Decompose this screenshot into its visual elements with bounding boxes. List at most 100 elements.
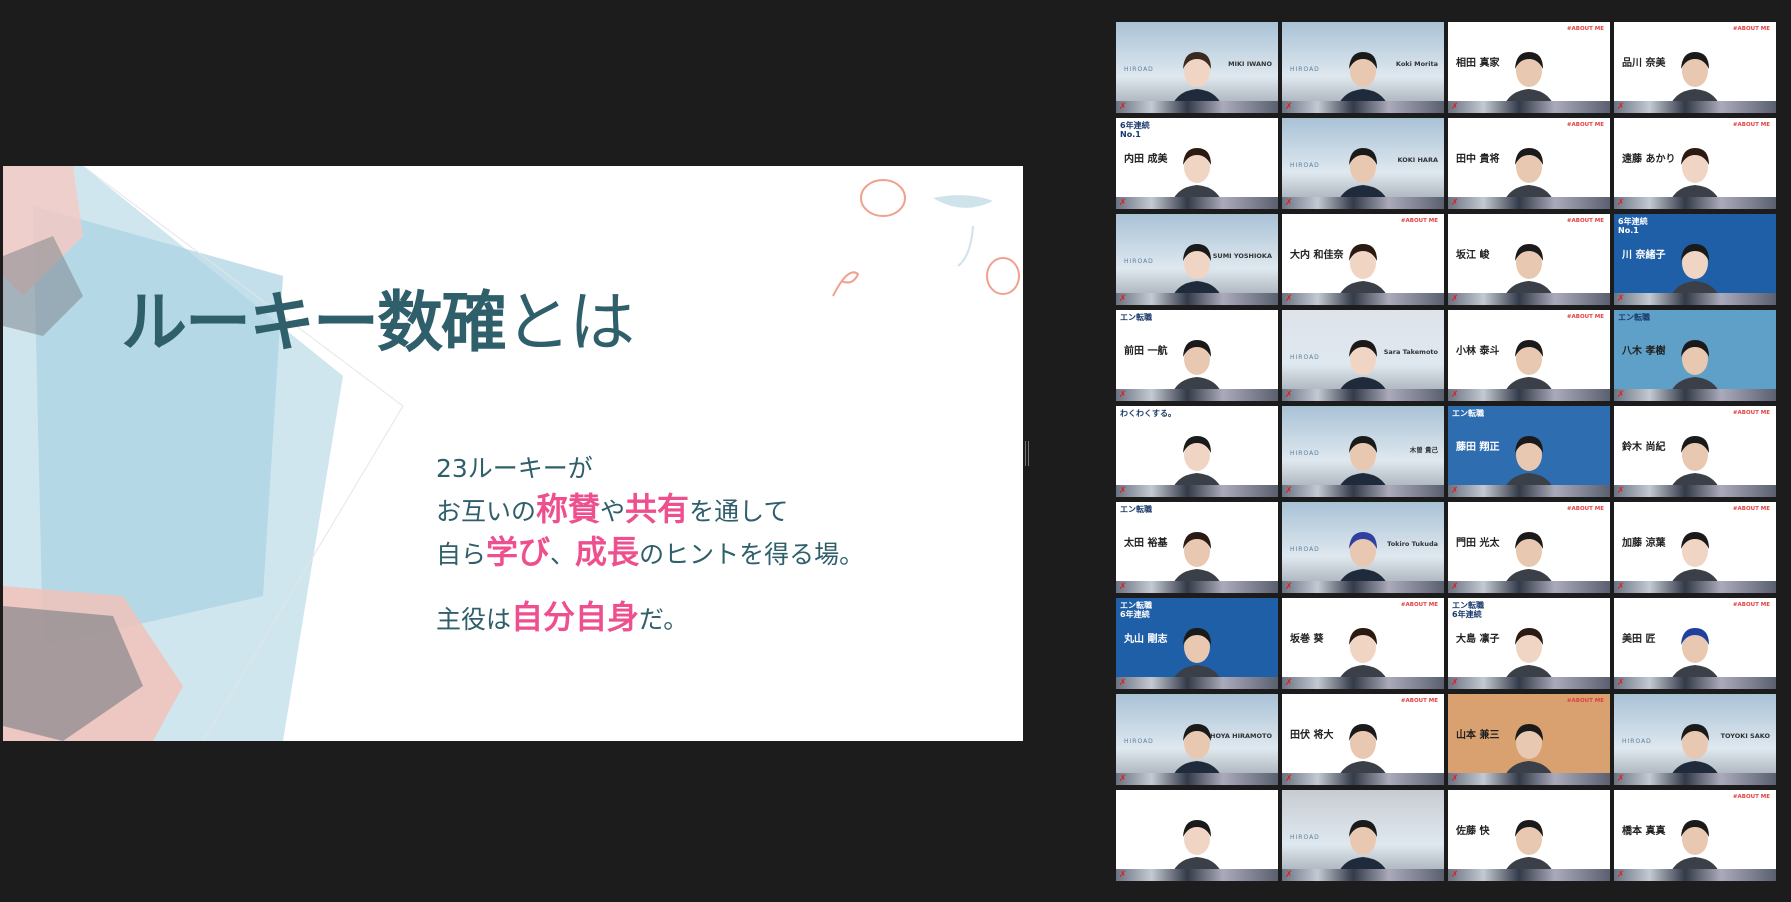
about-me-label: #ABOUT ME — [1400, 602, 1438, 608]
participant-tile[interactable]: エン転職 八木 孝樹 ✗ — [1614, 310, 1776, 401]
profile-badge: わくわくする。 — [1120, 409, 1176, 418]
participant-tile[interactable]: わくわくする。 ✗ — [1116, 406, 1278, 497]
participant-tile[interactable]: 6年連続 No.1 川 奈緒子 ✗ — [1614, 214, 1776, 305]
participant-tile[interactable]: #ABOUT ME 橋本 真真 ✗ — [1614, 790, 1776, 881]
name-bar-redacted — [1448, 581, 1610, 593]
about-me-label: #ABOUT ME — [1400, 218, 1438, 224]
slide-text: や — [600, 497, 626, 526]
participant-tile[interactable]: #ABOUT ME 相田 真家 ✗ — [1448, 22, 1610, 113]
participant-tile[interactable]: #ABOUT ME 田伏 将大 ✗ — [1282, 694, 1444, 785]
muted-mic-icon: ✗ — [1119, 102, 1127, 112]
muted-mic-icon: ✗ — [1285, 198, 1293, 208]
participant-tile[interactable]: #ABOUT ME 加藤 涼葉 ✗ — [1614, 502, 1776, 593]
name-bar-redacted — [1614, 101, 1776, 113]
muted-mic-icon: ✗ — [1119, 678, 1127, 688]
participant-tile[interactable]: #ABOUT ME 美田 匠 ✗ — [1614, 598, 1776, 689]
company-logo: HIROAD — [1622, 738, 1652, 745]
participant-tile[interactable]: HIROAD 木曽 貴己 ✗ — [1282, 406, 1444, 497]
participant-tile[interactable]: HIROAD TOYOKI SAKO ✗ — [1614, 694, 1776, 785]
participant-tile[interactable]: HIROAD MIKI IWANO ✗ — [1116, 22, 1278, 113]
muted-mic-icon: ✗ — [1617, 198, 1625, 208]
muted-mic-icon: ✗ — [1119, 198, 1127, 208]
participant-tile[interactable]: #ABOUT ME 品川 奈美 ✗ — [1614, 22, 1776, 113]
name-bar-redacted — [1448, 677, 1610, 689]
slide-text: を通して — [689, 497, 789, 526]
participant-tile[interactable]: HIROAD Tokiro Tukuda ✗ — [1282, 502, 1444, 593]
participant-tile[interactable]: #ABOUT ME 山本 兼三 ✗ — [1448, 694, 1610, 785]
participant-tile[interactable]: HIROAD Sara Takemoto ✗ — [1282, 310, 1444, 401]
name-bar-redacted — [1448, 773, 1610, 785]
participant-tile[interactable]: HIROAD KOKI HARA ✗ — [1282, 118, 1444, 209]
about-me-label: #ABOUT ME — [1566, 122, 1604, 128]
highlight-text: 自分自身 — [511, 598, 640, 636]
participant-tile[interactable]: エン転職 6年連続 丸山 剛志 ✗ — [1116, 598, 1278, 689]
about-me-label: #ABOUT ME — [1566, 314, 1604, 320]
name-bar-redacted — [1116, 869, 1278, 881]
slide-title-suffix: とは — [505, 284, 635, 361]
participant-name: 橋本 真真 — [1622, 826, 1666, 837]
participant-name: 坂巻 葵 — [1290, 634, 1324, 645]
participant-name: 門田 光太 — [1456, 538, 1500, 549]
participant-tile[interactable]: 6年連続 No.1 内田 成美 ✗ — [1116, 118, 1278, 209]
muted-mic-icon: ✗ — [1119, 774, 1127, 784]
name-bar-redacted — [1614, 197, 1776, 209]
participant-tile[interactable]: #ABOUT ME 田中 貴将 ✗ — [1448, 118, 1610, 209]
name-bar-redacted — [1116, 677, 1278, 689]
muted-mic-icon: ✗ — [1617, 870, 1625, 880]
muted-mic-icon: ✗ — [1285, 390, 1293, 400]
muted-mic-icon: ✗ — [1451, 678, 1459, 688]
participant-tile[interactable]: 佐藤 快 ✗ — [1448, 790, 1610, 881]
slide-line-3: 自ら学び、成長のヒントを得る場。 — [436, 532, 864, 575]
participant-tile[interactable]: #ABOUT ME 小林 泰斗 ✗ — [1448, 310, 1610, 401]
participant-name: 太田 裕基 — [1124, 538, 1168, 549]
split-view-resize-handle[interactable] — [1025, 441, 1029, 466]
muted-mic-icon: ✗ — [1451, 582, 1459, 592]
participant-name: TOYOKI SAKO — [1720, 732, 1770, 740]
participant-tile[interactable]: #ABOUT ME 遠藤 あかり ✗ — [1614, 118, 1776, 209]
profile-badge: エン転職 — [1120, 313, 1152, 322]
participant-tile[interactable]: エン転職 太田 裕基 ✗ — [1116, 502, 1278, 593]
muted-mic-icon: ✗ — [1617, 774, 1625, 784]
company-logo: HIROAD — [1124, 738, 1154, 745]
participant-tile[interactable]: エン転職前田 一航 ✗ — [1116, 310, 1278, 401]
name-bar-redacted — [1614, 581, 1776, 593]
muted-mic-icon: ✗ — [1451, 294, 1459, 304]
participant-tile[interactable]: HIROAD SUMI YOSHIOKA ✗ — [1116, 214, 1278, 305]
muted-mic-icon: ✗ — [1119, 390, 1127, 400]
participant-tile[interactable]: HIROAD ✗ — [1282, 790, 1444, 881]
name-bar-redacted — [1448, 869, 1610, 881]
about-me-label: #ABOUT ME — [1400, 698, 1438, 704]
participant-name: 田伏 将大 — [1290, 730, 1334, 741]
name-bar-redacted — [1614, 773, 1776, 785]
participant-name: 前田 一航 — [1124, 346, 1168, 357]
highlight-text: 成長 — [575, 533, 640, 571]
slide-text: 、 — [550, 540, 576, 569]
slide-text: のヒントを得る場。 — [639, 540, 865, 569]
slide-line-4: 主役は自分自身だ。 — [436, 597, 864, 640]
muted-mic-icon: ✗ — [1285, 294, 1293, 304]
participant-tile[interactable]: #ABOUT ME 坂江 峻 ✗ — [1448, 214, 1610, 305]
participant-tile[interactable]: #ABOUT ME 坂巻 葵 ✗ — [1282, 598, 1444, 689]
muted-mic-icon: ✗ — [1119, 294, 1127, 304]
participant-tile[interactable]: #ABOUT ME 門田 光太 ✗ — [1448, 502, 1610, 593]
participant-name: Koki Morita — [1395, 60, 1438, 68]
participant-tile[interactable]: エン転職 藤田 翔正 ✗ — [1448, 406, 1610, 497]
participant-name: 相田 真家 — [1456, 58, 1500, 69]
participant-tile[interactable]: HIROAD Koki Morita ✗ — [1282, 22, 1444, 113]
muted-mic-icon: ✗ — [1285, 678, 1293, 688]
participant-tile[interactable]: エン転職 6年連続 大島 凛子 ✗ — [1448, 598, 1610, 689]
company-logo: HIROAD — [1290, 834, 1320, 841]
participant-tile[interactable]: #ABOUT ME 鈴木 尚紀 ✗ — [1614, 406, 1776, 497]
muted-mic-icon: ✗ — [1451, 486, 1459, 496]
participant-name: 美田 匠 — [1622, 634, 1656, 645]
name-bar-redacted — [1448, 197, 1610, 209]
participant-tile[interactable]: HIROAD SHOYA HIRAMOTO ✗ — [1116, 694, 1278, 785]
muted-mic-icon: ✗ — [1617, 582, 1625, 592]
participant-tile[interactable]: #ABOUT ME 大内 和佳奈 ✗ — [1282, 214, 1444, 305]
name-bar-redacted — [1282, 293, 1444, 305]
muted-mic-icon: ✗ — [1451, 870, 1459, 880]
company-logo: HIROAD — [1290, 162, 1320, 169]
participant-tile[interactable]: ✗ — [1116, 790, 1278, 881]
muted-mic-icon: ✗ — [1285, 870, 1293, 880]
company-logo: HIROAD — [1124, 66, 1154, 73]
